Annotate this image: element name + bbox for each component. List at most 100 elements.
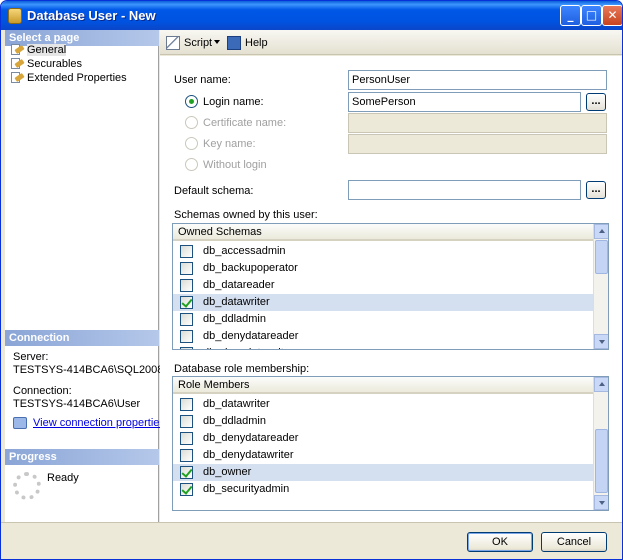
connection-header: Connection	[5, 330, 159, 346]
checkbox[interactable]	[180, 245, 193, 258]
checkbox[interactable]	[180, 262, 193, 275]
maximize-button[interactable]: □	[581, 5, 602, 26]
without-login-label: Without login	[203, 159, 267, 171]
script-button[interactable]: Script	[166, 35, 212, 51]
dialog-footer: OK Cancel	[1, 522, 622, 559]
certificate-name-input[interactable]	[348, 113, 607, 133]
sidebar-item-general[interactable]: General	[9, 43, 67, 57]
list-item-label: db_denydatareader	[203, 330, 299, 342]
role-members-list[interactable]: Role Members db_datawriter db_ddladmin db_…	[172, 376, 609, 511]
checkbox[interactable]	[180, 415, 193, 428]
page-wrench-icon	[11, 72, 25, 83]
scroll-thumb[interactable]	[595, 429, 608, 493]
checkbox[interactable]	[180, 432, 193, 445]
sidebar-item-label: Securables	[27, 58, 83, 70]
scroll-down-icon[interactable]	[594, 334, 608, 349]
general-page-form: User name: PersonUser Login name: SomePe…	[160, 56, 622, 522]
left-pane: Select a page General Securables Extende…	[5, 30, 165, 522]
sidebar-item-label: General	[27, 44, 67, 56]
default-schema-input[interactable]	[348, 180, 581, 200]
list-item-label: db_datawriter	[203, 398, 270, 410]
scroll-down-icon[interactable]	[594, 495, 608, 510]
login-name-browse-button[interactable]: ...	[586, 93, 606, 111]
scroll-up-icon[interactable]	[594, 224, 608, 239]
role-members-scrollbar[interactable]	[593, 377, 608, 510]
owned-schemas-scrollbar[interactable]	[593, 224, 608, 349]
list-item[interactable]: db_denydatawriter	[173, 447, 595, 464]
cancel-button[interactable]: Cancel	[541, 532, 607, 552]
ok-button[interactable]: OK	[467, 532, 533, 552]
title-bar[interactable]: Database User - New _ □ ✕	[1, 1, 622, 30]
page-wrench-icon	[11, 44, 25, 55]
list-item-label: db_denydatareader	[203, 432, 299, 444]
page-wrench-icon	[11, 58, 25, 69]
minimize-icon: _	[567, 8, 574, 22]
connection-label: Connection:	[13, 385, 72, 397]
list-item[interactable]: db_accessadmin	[173, 243, 595, 260]
login-name-radio[interactable]	[185, 95, 198, 108]
key-name-label: Key name:	[203, 138, 256, 150]
default-schema-browse-button[interactable]: ...	[586, 181, 606, 199]
list-item-label: db_denydatawriter	[203, 345, 294, 349]
list-item-label: db_accessadmin	[203, 245, 286, 257]
key-name-input[interactable]	[348, 134, 607, 154]
script-label: Script	[184, 37, 213, 49]
owned-schemas-list[interactable]: Owned Schemas db_accessadmin db_backupope…	[172, 223, 609, 350]
connection-properties-icon	[13, 417, 27, 429]
checkbox[interactable]	[180, 483, 193, 496]
list-item[interactable]: db_securityadmin	[173, 481, 595, 498]
help-button[interactable]: Help	[227, 35, 268, 51]
sidebar-item-label: Extended Properties	[27, 72, 127, 84]
checkbox[interactable]	[180, 330, 193, 343]
role-members-header: Role Members	[173, 377, 595, 394]
sidebar-item-securables[interactable]: Securables	[9, 57, 82, 71]
list-item[interactable]: db_denydatareader	[173, 430, 595, 447]
checkbox[interactable]	[180, 313, 193, 326]
login-name-input[interactable]: SomePerson	[348, 92, 581, 112]
schemas-owned-label: Schemas owned by this user:	[174, 209, 318, 221]
help-label: Help	[245, 37, 268, 49]
toolbar: Script Help	[160, 30, 622, 55]
list-item-label: db_denydatawriter	[203, 449, 294, 461]
key-name-radio[interactable]	[185, 137, 198, 150]
checkbox[interactable]	[180, 449, 193, 462]
list-item-label: db_datawriter	[203, 296, 270, 308]
scroll-up-icon[interactable]	[594, 377, 608, 392]
close-button[interactable]: ✕	[602, 5, 622, 26]
checkbox[interactable]	[180, 296, 193, 309]
close-icon: ✕	[607, 8, 618, 22]
checkbox[interactable]	[180, 347, 193, 349]
certificate-name-label: Certificate name:	[203, 117, 287, 129]
role-membership-label: Database role membership:	[174, 363, 310, 375]
script-dropdown-icon[interactable]	[214, 40, 220, 44]
list-item[interactable]: db_datawriter	[173, 294, 595, 311]
checkbox[interactable]	[180, 279, 193, 292]
list-item[interactable]: db_denydatareader	[173, 328, 595, 345]
checkbox[interactable]	[180, 466, 193, 479]
view-connection-properties-link[interactable]: View connection properties	[33, 417, 165, 429]
minimize-button[interactable]: _	[560, 5, 581, 26]
list-item-label: db_ddladmin	[203, 313, 266, 325]
checkbox[interactable]	[180, 398, 193, 411]
list-item-label: db_ddladmin	[203, 415, 266, 427]
sidebar-item-extended-properties[interactable]: Extended Properties	[9, 71, 127, 85]
list-item[interactable]: db_owner	[173, 464, 595, 481]
list-item[interactable]: db_ddladmin	[173, 311, 595, 328]
server-label: Server:	[13, 351, 49, 363]
progress-header: Progress	[5, 449, 159, 465]
list-item[interactable]: db_denydatawriter	[173, 345, 595, 349]
list-item[interactable]: db_datawriter	[173, 396, 595, 413]
without-login-radio[interactable]	[185, 158, 198, 171]
list-item[interactable]: db_ddladmin	[173, 413, 595, 430]
user-name-input[interactable]: PersonUser	[348, 70, 607, 90]
list-item[interactable]: db_datareader	[173, 277, 595, 294]
server-value: TESTSYS-414BCA6\SQL2008	[13, 364, 164, 376]
right-pane: Script Help User name: PersonUser Login …	[160, 30, 622, 522]
list-item-label: db_backupoperator	[203, 262, 298, 274]
list-item-label: db_owner	[203, 466, 252, 478]
scroll-thumb[interactable]	[595, 240, 608, 274]
dialog-window: Database User - New _ □ ✕ Select a page …	[0, 0, 623, 560]
list-item[interactable]: db_backupoperator	[173, 260, 595, 277]
certificate-name-radio[interactable]	[185, 116, 198, 129]
script-icon	[166, 36, 180, 50]
